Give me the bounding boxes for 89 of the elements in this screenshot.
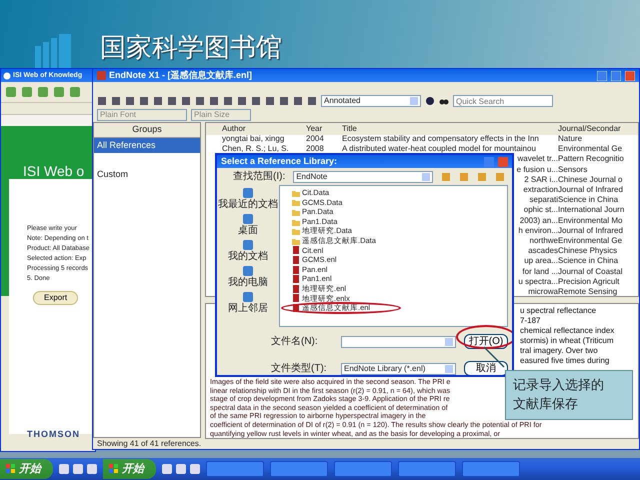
place-icon[interactable] xyxy=(242,187,254,199)
preview-text: stormis) in wheat (Triticum xyxy=(520,336,614,346)
place-icon[interactable] xyxy=(242,213,254,225)
table-cell: Sensors xyxy=(558,164,588,174)
table-cell: Science in China xyxy=(558,195,618,204)
groups-header: Groups xyxy=(94,123,200,138)
file-type-dropdown[interactable]: EndNote Library (*.enl) xyxy=(341,363,456,375)
table-cell: Ecosystem stability and compensatory effects in the Inn xyxy=(342,134,539,143)
file-name-field[interactable] xyxy=(341,336,456,348)
preview-text: easured five times during xyxy=(520,356,610,366)
preview-text: 7-187 xyxy=(520,316,542,326)
file-name-label: 文件名(N): xyxy=(271,336,319,348)
quick-search-field[interactable]: Quick Search xyxy=(453,95,553,107)
place-label[interactable]: 桌面 xyxy=(238,225,258,237)
table-cell: ophic st... xyxy=(524,205,558,214)
column-header[interactable]: Year xyxy=(306,124,322,133)
table-cell: for land ... xyxy=(522,266,558,276)
browser-icon xyxy=(3,72,11,80)
table-cell: 2 SAR i... xyxy=(524,174,558,184)
table-cell: Journal of Infrared xyxy=(558,185,623,194)
table-cell: 2008 xyxy=(306,144,324,154)
place-label[interactable]: 我最近的文档 xyxy=(218,199,278,211)
windows-logo-icon xyxy=(109,464,119,474)
column-header[interactable]: Author xyxy=(222,124,246,133)
style-dropdown[interactable]: Annotated xyxy=(321,95,421,107)
file-type-label: 文件类型(T): xyxy=(271,363,328,375)
place-icon[interactable] xyxy=(242,265,254,277)
taskbar-button[interactable] xyxy=(334,461,392,477)
table-cell: Environmental Mo xyxy=(558,216,622,225)
taskbar-button[interactable] xyxy=(462,461,520,477)
table-cell: A distributed water-heat coupled model for mountainou xyxy=(342,144,536,154)
table-cell: Chinese Physics xyxy=(558,246,618,256)
table-cell: Chinese Journal o xyxy=(558,174,622,184)
start-button[interactable]: 开始 xyxy=(0,459,53,479)
table-cell: ascades xyxy=(528,246,558,256)
table-cell: northwe xyxy=(530,236,558,246)
taskbar-button[interactable] xyxy=(206,461,264,477)
dialog-title: Select a Reference Library: xyxy=(221,155,338,168)
table-cell: u spectra... xyxy=(518,276,558,286)
taskbar-button[interactable] xyxy=(270,461,328,477)
table-cell: yongtai bai, xingg xyxy=(222,134,284,143)
window-title: EndNote X1 - [遥感信息文献库.enl] xyxy=(109,69,252,82)
column-header[interactable]: Title xyxy=(342,124,357,133)
table-cell: Science in China xyxy=(558,256,618,266)
place-label[interactable]: 我的文档 xyxy=(228,251,268,263)
table-cell: h environ... xyxy=(518,226,558,235)
table-cell: microwa xyxy=(528,287,558,296)
preview-text: chemical reflectance index xyxy=(520,326,616,336)
table-cell: separati xyxy=(530,195,558,204)
table-cell: up area... xyxy=(524,256,558,266)
table-cell: Precision Agricult xyxy=(558,276,620,286)
place-icon[interactable] xyxy=(242,291,254,303)
cancel-button[interactable]: 取消 xyxy=(464,361,508,375)
table-cell: Environmental Ge xyxy=(558,144,622,154)
table-cell: wavelet tr... xyxy=(518,154,558,164)
table-cell: 2004 xyxy=(306,134,324,143)
table-cell: Journal of Infrared xyxy=(558,226,623,235)
place-icon[interactable] xyxy=(242,239,254,251)
page-heading: ISI Web o xyxy=(23,162,84,181)
group-item[interactable]: All References xyxy=(94,138,200,153)
thomson-logo: THOMSON xyxy=(27,428,81,441)
windows-logo-icon xyxy=(6,464,16,474)
table-cell: Nature xyxy=(558,134,582,143)
table-cell: Pattern Recognitio xyxy=(558,154,624,164)
place-label[interactable]: 我的电脑 xyxy=(228,277,268,289)
table-cell: Chen, R. S.; Lu, S. xyxy=(222,144,289,154)
preview-text: u spectral reflectance xyxy=(520,306,598,316)
open-button[interactable]: 打开(O) xyxy=(464,334,508,350)
table-cell: International Journ xyxy=(558,205,624,214)
preview-text: tral imagery. Over two xyxy=(520,346,599,356)
table-cell: e fusion u... xyxy=(516,164,558,174)
start-button[interactable]: 开始 xyxy=(103,459,156,479)
callout-text: 文献库保存 xyxy=(513,396,579,414)
callout-text: 记录导入选择的 xyxy=(513,377,605,395)
taskbar-button[interactable] xyxy=(398,461,456,477)
table-cell: 2003) an... xyxy=(520,216,558,225)
app-icon xyxy=(97,71,106,80)
place-label[interactable]: 网上邻居 xyxy=(228,303,268,315)
table-cell: Journal of Coastal xyxy=(558,266,622,276)
table-cell: extraction xyxy=(523,185,558,194)
table-cell: Environmental Ge xyxy=(558,236,622,246)
look-in-label: 查找范围(I): xyxy=(233,172,286,182)
table-cell: Remote Sensing xyxy=(558,287,618,296)
export-button[interactable]: Export xyxy=(33,291,78,305)
status-text: Showing 41 of 41 references. xyxy=(96,438,202,449)
slide-title: 国家科学图书馆 xyxy=(100,33,282,63)
look-in-dropdown[interactable]: EndNote xyxy=(293,171,434,183)
group-item[interactable]: Custom xyxy=(94,167,200,182)
column-header[interactable]: Journal/Secondar xyxy=(558,124,621,133)
